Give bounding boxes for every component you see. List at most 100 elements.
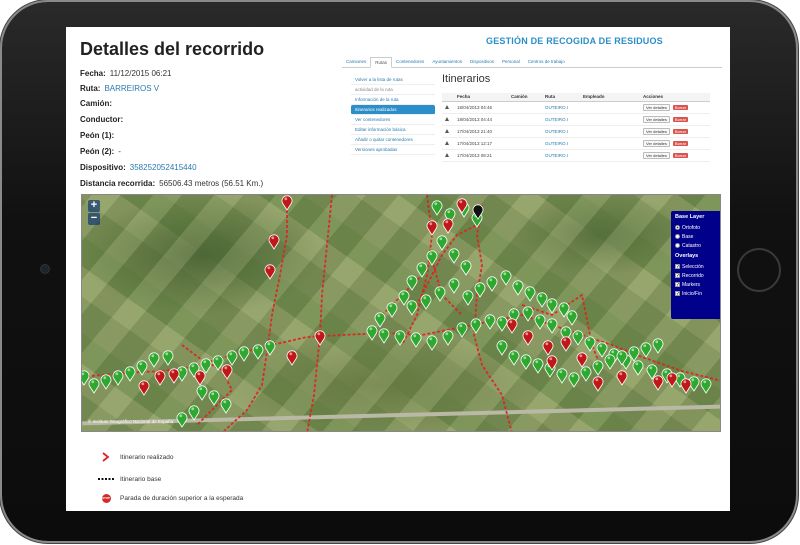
green-marker-icon: [448, 248, 460, 264]
distancia-label: Distancia recorrida:: [80, 179, 156, 188]
side-item-actividad[interactable]: actividad de la ruta: [351, 85, 435, 95]
row-empleado: [580, 101, 640, 114]
green-marker-icon: [220, 398, 232, 414]
green-marker-icon: [410, 332, 422, 348]
borrar-button[interactable]: Borrar: [672, 128, 689, 134]
ver-detalles-button[interactable]: Ver detalles: [643, 151, 670, 159]
row-ruta-link[interactable]: GUTEIRO.I: [542, 113, 580, 126]
side-item-informacion[interactable]: Información de la ruta: [351, 95, 435, 105]
ruta-link[interactable]: BARREIROS V: [104, 84, 159, 93]
green-marker-icon: [580, 366, 592, 382]
overlay-recorrido[interactable]: ✓ Recorrido: [675, 271, 717, 280]
table-header-row: Fecha Camión Ruta Empleado Acciones: [442, 93, 710, 102]
green-marker-icon: [566, 310, 578, 326]
map[interactable]: + − © Instituto Geográfico Nacional de E…: [81, 194, 721, 432]
green-marker-icon: [366, 325, 378, 341]
markers-checkbox[interactable]: ✓: [675, 282, 680, 288]
zoom-in-button[interactable]: +: [88, 200, 100, 212]
home-button[interactable]: [737, 248, 781, 292]
red-marker-icon: [138, 380, 150, 396]
base-layer-ortofoto[interactable]: Ortofoto: [675, 223, 717, 232]
overlay-markers[interactable]: ✓ Markers: [675, 280, 717, 289]
fecha-label: Fecha:: [80, 69, 106, 78]
inicio-fin-checkbox[interactable]: ✓: [675, 291, 680, 297]
green-marker-icon: [568, 372, 580, 388]
page-title: Detalles del recorrido: [80, 39, 265, 59]
green-marker-icon: [252, 344, 264, 360]
side-item-itinerarios[interactable]: Itinerarios realizados: [351, 105, 435, 115]
green-marker-icon: [500, 270, 512, 286]
row-ruta-link[interactable]: GUTEIRO.I: [542, 137, 580, 150]
ver-detalles-button[interactable]: Ver detalles: [643, 127, 670, 135]
catastro-label: Catastro: [682, 242, 701, 249]
dotted-line-icon: [98, 474, 114, 484]
row-camion: [508, 149, 542, 162]
row-fecha: 17/04/2013 08:21: [454, 149, 508, 162]
row-empleado: [580, 125, 640, 138]
green-marker-icon: [536, 292, 548, 308]
tab-contenedores[interactable]: Contenedores: [392, 57, 428, 67]
dispositivo-link[interactable]: 358252052415440: [130, 163, 197, 172]
side-item-ver-contenedores[interactable]: Ver contenedores: [351, 115, 435, 125]
zoom-out-button[interactable]: −: [88, 213, 100, 225]
overlay-seleccion[interactable]: ✓ Selección: [675, 262, 717, 271]
green-marker-icon: [88, 378, 100, 394]
ortofoto-radio[interactable]: [675, 225, 680, 230]
red-marker-icon: [666, 372, 678, 388]
ver-detalles-button[interactable]: Ver detalles: [643, 115, 670, 123]
route-line: [306, 195, 333, 431]
base-label: Base: [682, 233, 694, 240]
borrar-button[interactable]: Borrar: [672, 140, 689, 146]
recorrido-checkbox[interactable]: ✓: [675, 273, 680, 279]
conductor-label: Conductor:: [80, 115, 124, 124]
tab-rutas[interactable]: Rutas: [370, 57, 393, 68]
green-marker-icon: [162, 350, 174, 366]
side-item-anadir-quitar[interactable]: Añadir o quitar contenedores: [351, 135, 435, 145]
tab-ayuntamientos[interactable]: Ayuntamientos: [428, 57, 466, 67]
row-ruta-link[interactable]: GUTEIRO.I: [542, 101, 580, 114]
borrar-button[interactable]: Borrar: [672, 116, 689, 122]
catastro-radio[interactable]: [675, 243, 680, 248]
route-line: [222, 195, 288, 431]
screen: Detalles del recorrido Fecha: 11/12/2015 …: [66, 27, 730, 511]
green-marker-icon: [484, 314, 496, 330]
row-camion: [508, 125, 542, 138]
ver-detalles-button[interactable]: Ver detalles: [643, 103, 670, 111]
red-marker-icon: [542, 340, 554, 356]
detail-distancia: Distancia recorrida: 56506.43 metros (56.…: [80, 179, 263, 188]
side-item-editar[interactable]: Editar información básica: [351, 125, 435, 135]
green-marker-icon: [416, 262, 428, 278]
row-actions: Ver detalles Borrar: [640, 125, 710, 138]
tab-personal[interactable]: Personal: [498, 57, 524, 67]
row-ruta-link[interactable]: GUTEIRO.I: [542, 149, 580, 162]
detail-conductor: Conductor:: [80, 115, 127, 124]
base-layer-title: Base Layer: [675, 214, 705, 220]
base-layer-catastro[interactable]: Catastro: [675, 241, 717, 250]
green-marker-icon: [226, 350, 238, 366]
seleccion-checkbox[interactable]: ✓: [675, 264, 680, 270]
green-marker-icon: [431, 200, 443, 216]
detail-dispositivo: Dispositivo: 358252052415440: [80, 163, 197, 172]
ortofoto-label: Ortofoto: [682, 224, 701, 231]
green-marker-icon: [640, 342, 652, 358]
col-empleado: Empleado: [580, 93, 640, 102]
base-radio[interactable]: [675, 234, 680, 239]
base-layer-base[interactable]: Base: [675, 232, 717, 241]
side-item-volver[interactable]: Volver a la lista de rutas: [351, 75, 435, 85]
overlay-inicio-fin[interactable]: ✓ Inicio/Fin: [675, 289, 717, 298]
row-ruta-link[interactable]: GUTEIRO.I: [542, 125, 580, 138]
green-marker-icon: [524, 286, 536, 302]
borrar-button[interactable]: Borrar: [672, 104, 689, 110]
tab-centros-de-trabajo[interactable]: Centros de trabajo: [524, 57, 569, 67]
detail-fecha: Fecha: 11/12/2015 06:21: [80, 69, 171, 78]
tab-dispositivos[interactable]: Dispositivos: [466, 57, 498, 67]
side-item-versiones[interactable]: Versiones aprobadas: [351, 145, 435, 155]
green-marker-icon: [456, 322, 468, 338]
ver-detalles-button[interactable]: Ver detalles: [643, 139, 670, 147]
red-marker-icon: [592, 376, 604, 392]
recorrido-label: Recorrido: [682, 272, 704, 279]
red-marker-icon: [616, 370, 628, 386]
tab-camiones[interactable]: Camiones: [342, 57, 370, 67]
green-marker-icon: [448, 278, 460, 294]
borrar-button[interactable]: Borrar: [672, 152, 689, 158]
